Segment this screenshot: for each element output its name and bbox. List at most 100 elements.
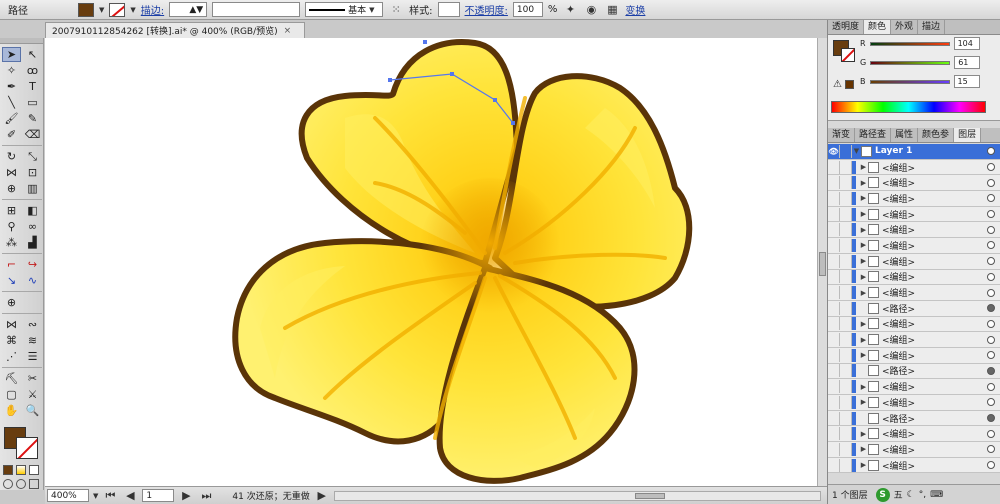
chevron-right-icon[interactable]: ▶ bbox=[859, 398, 868, 406]
lock-toggle[interactable] bbox=[840, 270, 852, 284]
brush-stroke-field[interactable]: 基本 ▼ bbox=[305, 2, 384, 17]
target-icon[interactable] bbox=[987, 194, 995, 203]
zoom-tool-icon[interactable]: 🔍 bbox=[23, 403, 42, 418]
web-safe-swatch[interactable] bbox=[845, 80, 854, 89]
target-icon[interactable] bbox=[987, 445, 995, 454]
magic-wand-tool-icon[interactable]: ✧ bbox=[2, 63, 21, 78]
align-grid-icon[interactable]: ▦ bbox=[604, 3, 620, 17]
lock-toggle[interactable] bbox=[840, 333, 852, 347]
chevron-down-icon[interactable]: ▼ bbox=[99, 6, 104, 14]
artboard-tool-icon[interactable]: ▢ bbox=[2, 387, 21, 402]
ime-logo-icon[interactable]: S bbox=[875, 487, 890, 502]
moon-icon[interactable]: ☾ bbox=[907, 490, 915, 500]
layer-row[interactable]: ▶ <编组> bbox=[828, 222, 1000, 239]
lock-toggle[interactable] bbox=[840, 191, 852, 205]
live-paint-tool-icon[interactable]: ⛏ bbox=[2, 371, 21, 386]
eye-icon[interactable] bbox=[828, 176, 840, 190]
color-mode-button[interactable] bbox=[3, 465, 13, 475]
tab-transparency[interactable]: 透明度 bbox=[828, 20, 865, 34]
lock-toggle[interactable] bbox=[840, 458, 852, 472]
lock-toggle[interactable] bbox=[840, 301, 852, 315]
eraser-tool-icon[interactable]: ⌫ bbox=[23, 127, 42, 142]
none-mode-button[interactable] bbox=[29, 465, 39, 475]
isolate-icon[interactable]: ◉ bbox=[583, 3, 599, 17]
chevron-down-icon[interactable]: ▼ bbox=[93, 492, 98, 500]
eye-icon[interactable] bbox=[828, 458, 840, 472]
target-icon[interactable] bbox=[987, 147, 995, 156]
chevron-right-icon[interactable]: ▶ bbox=[859, 226, 868, 234]
stroke-none-swatch[interactable] bbox=[109, 2, 126, 17]
layer-row[interactable]: ▶ <编组> bbox=[828, 442, 1000, 458]
stroke-weight-field[interactable]: ▲▼ bbox=[169, 2, 208, 17]
target-icon[interactable] bbox=[987, 178, 995, 187]
slider-g[interactable] bbox=[870, 60, 951, 65]
gradient-mode-button[interactable] bbox=[16, 465, 26, 475]
close-icon[interactable]: × bbox=[284, 26, 292, 36]
blend-tool-icon[interactable]: ∞ bbox=[23, 219, 42, 234]
draw-normal-icon[interactable] bbox=[3, 479, 13, 489]
lock-toggle[interactable] bbox=[840, 442, 852, 456]
keyboard-icon[interactable]: ⌨ bbox=[930, 490, 943, 500]
eye-icon[interactable] bbox=[828, 395, 840, 409]
value-field-r[interactable]: 104 bbox=[953, 37, 980, 50]
direct-selection-tool-icon[interactable]: ↖ bbox=[23, 47, 42, 62]
shape-builder-tool-icon[interactable]: ⊕ bbox=[2, 181, 21, 196]
knife-tool-icon[interactable]: ⚔ bbox=[23, 387, 42, 402]
chevron-right-icon[interactable]: ▶ bbox=[859, 179, 868, 187]
eyedropper-tool-icon[interactable]: ⚲ bbox=[2, 219, 21, 234]
target-icon[interactable] bbox=[987, 398, 995, 407]
target-icon[interactable] bbox=[987, 163, 995, 172]
vertical-scrollbar[interactable] bbox=[817, 38, 827, 486]
chevron-right-icon[interactable]: ▶ bbox=[859, 289, 868, 297]
flower-artwork[interactable] bbox=[45, 38, 817, 486]
lock-toggle[interactable] bbox=[840, 144, 852, 158]
panel-stroke-swatch[interactable] bbox=[841, 48, 855, 62]
eye-icon[interactable] bbox=[828, 160, 840, 174]
slider-b[interactable] bbox=[869, 79, 950, 84]
layer-row[interactable]: ▶ <编组> bbox=[828, 285, 1000, 301]
ime-mode[interactable]: 五 bbox=[894, 488, 903, 501]
scale-tool-icon[interactable]: ⤡ bbox=[23, 149, 42, 164]
eye-icon[interactable] bbox=[828, 254, 840, 268]
gradient-tool-icon[interactable]: ◧ bbox=[23, 203, 42, 218]
variable-width-field[interactable] bbox=[212, 2, 301, 17]
layer-row[interactable]: ▶ <编组> bbox=[828, 175, 1000, 192]
target-icon[interactable] bbox=[987, 257, 995, 266]
lock-toggle[interactable] bbox=[840, 380, 852, 394]
blob-brush-tool-icon[interactable]: ✐ bbox=[2, 127, 21, 142]
tab-layers[interactable]: 图层 bbox=[954, 128, 982, 142]
document-tab[interactable]: 20079101128542​62 [转换].ai* @ 400% (RGB/预… bbox=[45, 22, 305, 38]
stroke-color-box[interactable] bbox=[16, 437, 38, 459]
target-icon[interactable] bbox=[987, 319, 995, 328]
twirl-tool-icon[interactable]: ∾ bbox=[23, 317, 42, 332]
chevron-right-icon[interactable]: ▶ bbox=[859, 461, 868, 469]
eye-icon[interactable] bbox=[828, 301, 840, 315]
layer-row[interactable]: ▶ <编组> bbox=[828, 347, 1000, 364]
target-icon[interactable] bbox=[987, 288, 995, 297]
target-icon[interactable] bbox=[987, 429, 995, 438]
lock-toggle[interactable] bbox=[840, 254, 852, 268]
layer-row[interactable]: ▶ <编组> bbox=[828, 426, 1000, 443]
target-icon[interactable] bbox=[987, 225, 995, 234]
layer-row[interactable]: ▶ <编组> bbox=[828, 238, 1000, 254]
value-field-g[interactable]: 61 bbox=[954, 56, 981, 69]
chevron-right-icon[interactable]: ▶ bbox=[859, 163, 868, 171]
tab-pathfinder[interactable]: 路径查 bbox=[855, 128, 892, 142]
lock-toggle[interactable] bbox=[840, 364, 852, 378]
chevron-right-icon[interactable]: ▶ bbox=[859, 194, 868, 202]
target-icon[interactable] bbox=[987, 304, 995, 313]
lock-toggle[interactable] bbox=[840, 395, 852, 409]
target-tool-icon[interactable]: ⊕ bbox=[2, 295, 21, 310]
lock-toggle[interactable] bbox=[840, 207, 852, 221]
crystallize-tool-icon[interactable]: ⋰ bbox=[2, 349, 21, 364]
target-icon[interactable] bbox=[987, 210, 995, 219]
selection-tool-icon[interactable]: ➤ bbox=[2, 47, 21, 62]
layer-row[interactable]: <路径> bbox=[828, 363, 1000, 380]
chevron-right-icon[interactable]: ▶ bbox=[859, 257, 868, 265]
tab-appearance[interactable]: 外观 bbox=[891, 20, 919, 34]
target-icon[interactable] bbox=[987, 382, 995, 391]
line-tool-icon[interactable]: ╲ bbox=[2, 95, 21, 110]
chevron-right-icon[interactable]: ▶ bbox=[859, 273, 868, 281]
artboard-field[interactable]: 1 bbox=[142, 489, 175, 502]
anchor-point-tool-icon[interactable]: ⌐ bbox=[2, 257, 21, 272]
